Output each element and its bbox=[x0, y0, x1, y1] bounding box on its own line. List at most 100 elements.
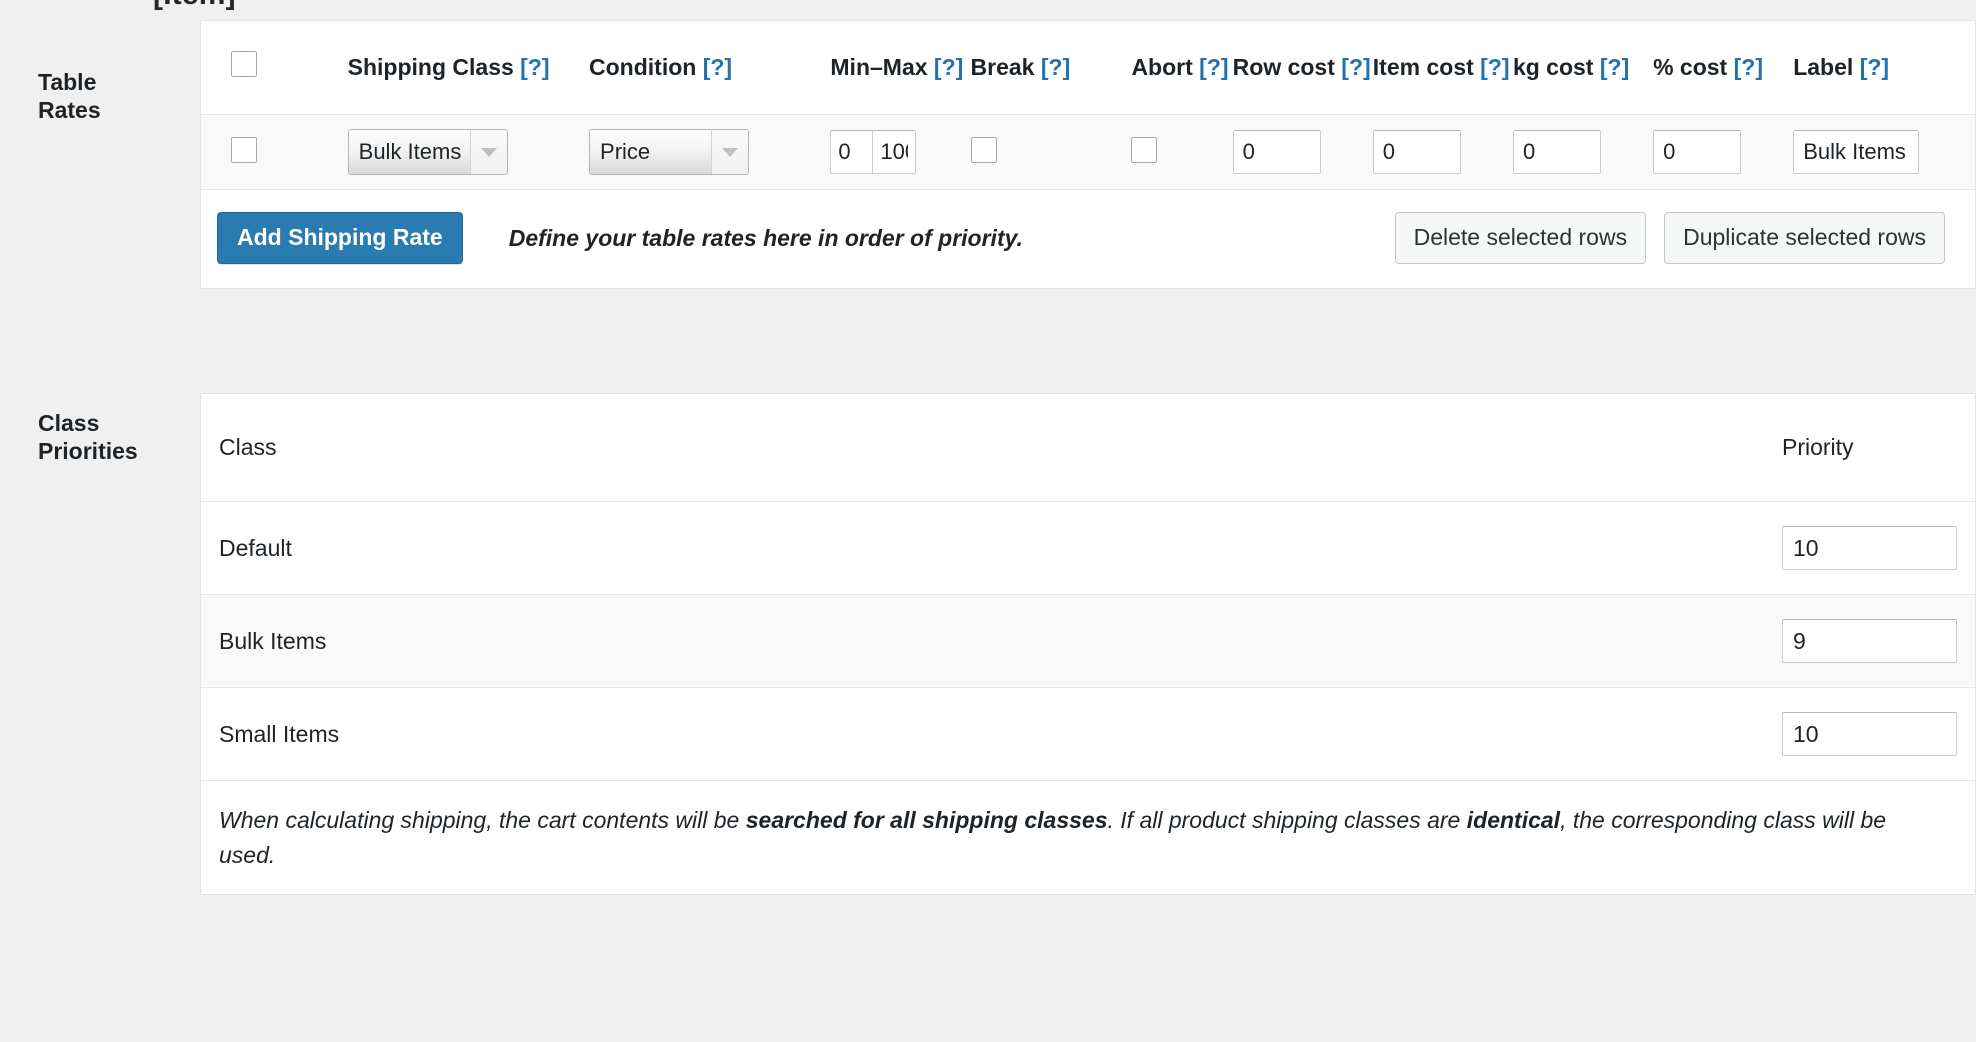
row-cost-help-icon[interactable]: [?] bbox=[1341, 54, 1370, 80]
min-input[interactable] bbox=[830, 130, 874, 175]
clipped-section-heading: [Item] bbox=[153, 0, 236, 12]
class-name-small-items: Small Items bbox=[201, 687, 1088, 781]
note-bold-2: identical bbox=[1466, 807, 1561, 833]
column-row-cost: Row cost [?] bbox=[1232, 21, 1373, 116]
column-abort: Abort [?] bbox=[1131, 21, 1233, 116]
column-shipping-class-label: Shipping Class bbox=[347, 54, 514, 80]
table-row: Bulk Items Price bbox=[201, 114, 1975, 191]
item-cost-help-icon[interactable]: [?] bbox=[1480, 54, 1509, 80]
percent-cost-help-icon[interactable]: [?] bbox=[1734, 54, 1763, 80]
column-class: Class bbox=[201, 394, 1088, 502]
break-help-icon[interactable]: [?] bbox=[1041, 54, 1070, 80]
table-rates-label-line1: Table bbox=[38, 69, 97, 95]
class-priorities-panel: Class Priority Default Bulk Items bbox=[200, 393, 1976, 895]
item-cost-input[interactable] bbox=[1372, 130, 1461, 175]
column-break-label: Break bbox=[970, 54, 1035, 80]
table-rates-head: Shipping Class [?] Condition [?] Min–Max… bbox=[201, 21, 1975, 116]
row-abort-cell bbox=[1131, 114, 1233, 191]
priority-cell-small-items bbox=[1088, 687, 1975, 781]
column-kg-cost: kg cost [?] bbox=[1512, 21, 1654, 116]
note-part-1: When calculating shipping, the cart cont… bbox=[219, 807, 746, 833]
item-cost-cell bbox=[1372, 114, 1513, 191]
row-min-max-cell bbox=[830, 114, 971, 191]
class-priorities-section: Class Priorities Class Priority Default … bbox=[0, 393, 1976, 895]
column-kg-cost-label: kg cost bbox=[1512, 54, 1594, 80]
table-rates-header-row: Shipping Class [?] Condition [?] Min–Max… bbox=[201, 21, 1975, 116]
chevron-down-icon bbox=[469, 130, 507, 175]
column-abort-label: Abort bbox=[1131, 54, 1193, 80]
delete-selected-rows-button[interactable]: Delete selected rows bbox=[1394, 212, 1647, 264]
table-rates-body: Bulk Items Price bbox=[201, 114, 1975, 191]
select-all-checkbox[interactable] bbox=[231, 51, 257, 77]
column-break: Break [?] bbox=[970, 21, 1132, 116]
label-cell bbox=[1793, 114, 1975, 191]
column-min-max-label: Min–Max bbox=[830, 54, 928, 80]
note-bold-1: searched for all shipping classes bbox=[745, 807, 1108, 833]
min-max-help-icon[interactable]: [?] bbox=[934, 54, 963, 80]
column-item-cost-label: Item cost bbox=[1372, 54, 1474, 80]
kg-cost-cell bbox=[1512, 114, 1654, 191]
table-rates-hint: Define your table rates here in order of… bbox=[508, 224, 1023, 251]
table-row: Small Items bbox=[201, 687, 1975, 781]
class-name-bulk-items: Bulk Items bbox=[201, 594, 1088, 688]
duplicate-selected-rows-button[interactable]: Duplicate selected rows bbox=[1664, 212, 1945, 264]
class-priorities-label-line1: Class bbox=[38, 410, 100, 436]
table-row: Bulk Items bbox=[201, 594, 1975, 688]
class-priorities-label: Class Priorities bbox=[0, 393, 200, 465]
row-shipping-class-cell: Bulk Items bbox=[347, 114, 590, 191]
shipping-class-select-value: Bulk Items bbox=[348, 130, 470, 175]
shipping-class-select[interactable]: Bulk Items bbox=[347, 129, 508, 176]
row-select-checkbox[interactable] bbox=[231, 136, 257, 163]
break-checkbox[interactable] bbox=[970, 136, 997, 163]
table-rates-panel: Shipping Class [?] Condition [?] Min–Max… bbox=[200, 20, 1976, 289]
row-cost-cell bbox=[1232, 114, 1373, 191]
table-rates-label: Table Rates bbox=[0, 20, 200, 124]
kg-cost-help-icon[interactable]: [?] bbox=[1600, 54, 1629, 80]
column-shipping-class: Shipping Class [?] bbox=[347, 21, 590, 116]
priority-input-default[interactable] bbox=[1782, 526, 1957, 570]
table-rates-label-line2: Rates bbox=[38, 97, 101, 124]
label-help-icon[interactable]: [?] bbox=[1860, 54, 1889, 80]
column-select-all bbox=[201, 21, 348, 116]
table-rates-table: Shipping Class [?] Condition [?] Min–Max… bbox=[201, 21, 1975, 191]
priority-input-small-items[interactable] bbox=[1782, 712, 1957, 756]
class-priorities-head: Class Priority bbox=[201, 394, 1975, 502]
table-row: Default bbox=[201, 501, 1975, 595]
row-condition-cell: Price bbox=[589, 114, 831, 191]
row-select-cell bbox=[201, 114, 348, 191]
add-shipping-rate-button[interactable]: Add Shipping Rate bbox=[217, 212, 463, 264]
column-condition-label: Condition bbox=[589, 54, 697, 80]
priority-input-bulk-items[interactable] bbox=[1782, 619, 1957, 663]
column-item-cost: Item cost [?] bbox=[1372, 21, 1513, 116]
abort-help-icon[interactable]: [?] bbox=[1199, 54, 1228, 80]
class-priorities-label-line2: Priorities bbox=[38, 438, 138, 465]
condition-select[interactable]: Price bbox=[589, 129, 750, 176]
abort-checkbox[interactable] bbox=[1131, 136, 1158, 163]
class-priorities-note: When calculating shipping, the cart cont… bbox=[201, 781, 1975, 894]
class-priorities-body: Default Bulk Items Small Items bbox=[201, 501, 1975, 781]
condition-select-value: Price bbox=[590, 130, 712, 175]
column-percent-cost-label: % cost bbox=[1653, 54, 1728, 80]
kg-cost-input[interactable] bbox=[1512, 130, 1601, 175]
min-max-group bbox=[830, 130, 970, 175]
row-cost-input[interactable] bbox=[1232, 130, 1321, 175]
table-rates-actions-right: Delete selected rows Duplicate selected … bbox=[1394, 212, 1945, 264]
column-row-cost-label: Row cost bbox=[1232, 54, 1335, 80]
column-min-max: Min–Max [?] bbox=[830, 21, 971, 116]
table-rates-actions: Add Shipping Rate Define your table rate… bbox=[201, 190, 1975, 288]
condition-help-icon[interactable]: [?] bbox=[703, 54, 732, 80]
priority-cell-default bbox=[1088, 501, 1975, 595]
column-priority: Priority bbox=[1088, 394, 1975, 502]
class-priorities-header-row: Class Priority bbox=[201, 394, 1975, 502]
class-priorities-table: Class Priority Default Bulk Items bbox=[201, 394, 1975, 781]
label-input[interactable] bbox=[1793, 130, 1920, 175]
row-break-cell bbox=[970, 114, 1132, 191]
column-condition: Condition [?] bbox=[589, 21, 831, 116]
column-label-label: Label bbox=[1793, 54, 1854, 80]
percent-cost-input[interactable] bbox=[1653, 130, 1742, 175]
column-percent-cost: % cost [?] bbox=[1653, 21, 1794, 116]
max-input[interactable] bbox=[873, 130, 917, 175]
shipping-class-help-icon[interactable]: [?] bbox=[520, 54, 549, 80]
priority-cell-bulk-items bbox=[1088, 594, 1975, 688]
note-part-2: . If all product shipping classes are bbox=[1107, 807, 1467, 833]
